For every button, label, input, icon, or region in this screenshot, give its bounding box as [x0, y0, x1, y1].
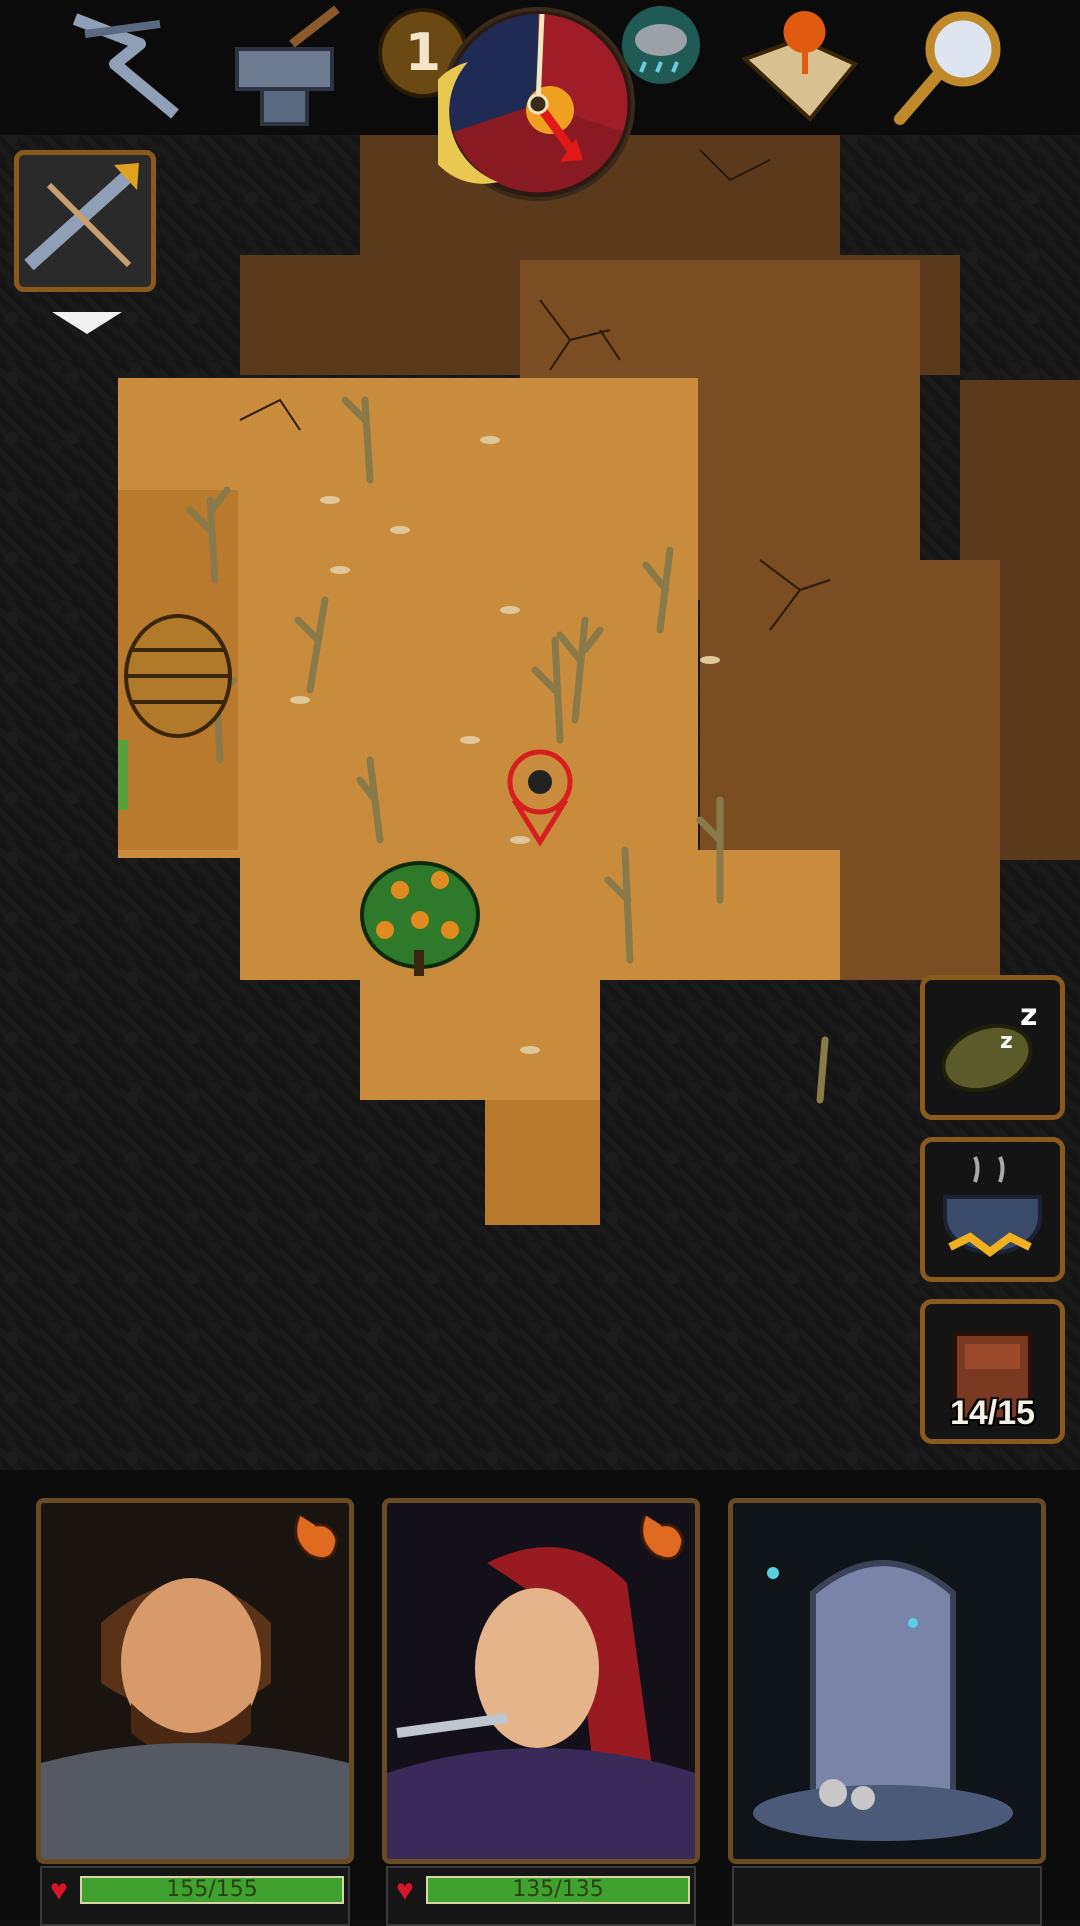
world-map[interactable] [0, 0, 1080, 1470]
hp-bar: 135/135 [426, 1876, 690, 1904]
backpack-button[interactable]: 14/15 [920, 1299, 1065, 1444]
fruit-bush-icon [360, 861, 480, 976]
cactus-icon [118, 740, 128, 810]
party-card-rogue[interactable] [382, 1498, 700, 1864]
magnifier-icon[interactable] [885, 4, 1015, 129]
hp-row-empty [732, 1866, 1042, 1926]
crossbow-icon [24, 163, 139, 271]
hp-bar: 155/155 [80, 1876, 344, 1904]
sleeping-bag-icon: z z [941, 998, 1037, 1093]
dead-tree-icon [186, 396, 829, 1104]
hp-row-warrior: ♥ 155/155 [40, 1866, 350, 1926]
map-decorations [118, 149, 831, 1104]
tombstone-portrait [733, 1503, 1041, 1859]
heart-icon: ♥ [50, 1874, 68, 1907]
location-marker-icon [507, 749, 573, 847]
party-bar: ♥ 155/155 ♥ 135/135 [0, 1470, 1080, 1926]
day-night-clock-icon [421, 2, 638, 207]
stomach-icon [294, 1514, 339, 1561]
svg-text:z: z [1000, 1029, 1013, 1054]
cooking-pot-icon [943, 1156, 1042, 1257]
svg-text:z: z [1020, 998, 1037, 1033]
top-bar: 1 [0, 0, 1080, 201]
cook-button[interactable] [920, 1137, 1065, 1282]
beehive-icon [124, 614, 232, 738]
party-card-warrior[interactable] [36, 1498, 354, 1864]
crossbow-icon[interactable] [65, 4, 195, 129]
stomach-icon [640, 1514, 685, 1561]
sleep-button[interactable]: z z [920, 975, 1065, 1120]
anvil-icon[interactable] [222, 4, 352, 129]
rain-cloud-icon[interactable] [620, 4, 702, 86]
hp-row-rogue: ♥ 135/135 [386, 1866, 696, 1926]
quick-item-slot[interactable] [14, 150, 156, 292]
heart-icon: ♥ [396, 1874, 414, 1907]
chevron-down-icon[interactable] [52, 312, 122, 334]
treasure-map-icon[interactable] [735, 4, 865, 129]
party-card-dead[interactable] [728, 1498, 1046, 1864]
backpack-count: 14/15 [949, 1394, 1036, 1432]
